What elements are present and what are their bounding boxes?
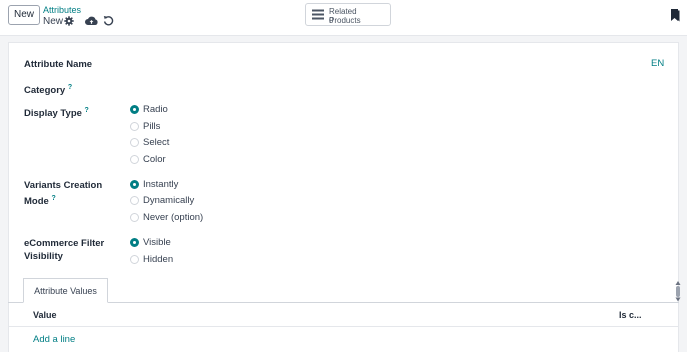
bookmark-icon[interactable] bbox=[670, 9, 680, 22]
radio-unselected-icon[interactable] bbox=[130, 255, 139, 264]
radio-option-label[interactable]: Visible bbox=[143, 237, 171, 248]
scroll-down-icon[interactable] bbox=[675, 297, 681, 302]
undo-icon[interactable] bbox=[103, 15, 114, 26]
cloud-upload-icon[interactable] bbox=[85, 15, 98, 26]
radio-option-label[interactable]: Select bbox=[143, 137, 169, 148]
radio-option-label[interactable]: Dynamically bbox=[143, 195, 194, 206]
radio-option-label[interactable]: Hidden bbox=[143, 254, 173, 265]
radio-unselected-icon[interactable] bbox=[130, 155, 139, 164]
radio-option-label[interactable]: Pills bbox=[143, 121, 160, 132]
column-header-value[interactable]: Value bbox=[33, 310, 57, 320]
related-products-button[interactable]: Related Products 0 bbox=[305, 3, 391, 26]
table-divider bbox=[8, 326, 679, 327]
breadcrumb-current: New bbox=[43, 16, 64, 27]
tab-attribute-values[interactable]: Attribute Values bbox=[23, 278, 108, 303]
language-button[interactable]: EN bbox=[651, 58, 664, 69]
radio-option-label[interactable]: Radio bbox=[143, 104, 168, 115]
ecommerce-filter-visibility-label: eCommerce Filter Visibility bbox=[24, 238, 105, 262]
help-tooltip-icon[interactable]: ? bbox=[85, 107, 89, 114]
radio-unselected-icon[interactable] bbox=[130, 122, 139, 131]
radio-option-label[interactable]: Instantly bbox=[143, 179, 178, 190]
notebook-divider bbox=[8, 302, 679, 303]
scrollbar-thumb[interactable] bbox=[676, 286, 680, 297]
radio-selected-icon[interactable] bbox=[130, 238, 139, 247]
gear-icon[interactable] bbox=[64, 16, 74, 26]
list-icon bbox=[312, 9, 324, 20]
radio-unselected-icon[interactable] bbox=[130, 138, 139, 147]
column-header-is-custom[interactable]: Is c... bbox=[619, 310, 642, 320]
radio-unselected-icon[interactable] bbox=[130, 196, 139, 205]
new-button[interactable]: New bbox=[8, 5, 40, 25]
radio-selected-icon[interactable] bbox=[130, 180, 139, 189]
category-label: Category ? bbox=[24, 84, 73, 97]
radio-selected-icon[interactable] bbox=[130, 105, 139, 114]
breadcrumb-attributes-link[interactable]: Attributes bbox=[43, 5, 81, 15]
radio-option-label[interactable]: Never (option) bbox=[143, 212, 203, 223]
radio-option-label[interactable]: Color bbox=[143, 154, 166, 165]
control-panel: New Attributes New Related Products 0 bbox=[0, 0, 687, 36]
related-products-label: Related Products bbox=[329, 7, 361, 25]
display-type-label: Display Type ? bbox=[24, 107, 89, 120]
related-products-count: 0 bbox=[329, 16, 334, 25]
radio-unselected-icon[interactable] bbox=[130, 213, 139, 222]
add-a-line-link[interactable]: Add a line bbox=[33, 334, 75, 345]
variants-creation-mode-label: Variants Creation Mode ? bbox=[24, 180, 103, 208]
help-tooltip-icon[interactable]: ? bbox=[68, 84, 72, 91]
attribute-name-label: Attribute Name bbox=[24, 59, 93, 70]
help-tooltip-icon[interactable]: ? bbox=[51, 195, 55, 202]
form-sheet bbox=[8, 42, 679, 352]
